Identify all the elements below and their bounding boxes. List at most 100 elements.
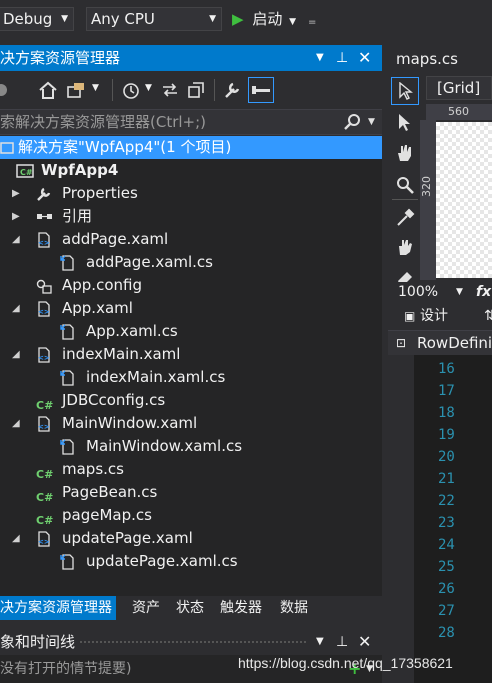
tree-item[interactable]: C# PageBean.cs [0, 481, 382, 504]
csharp-file-icon: C# [36, 468, 54, 481]
timeline-titlebar: 象和时间线 ▼ ⊥ ✕ [0, 629, 382, 655]
close-icon[interactable]: ✕ [358, 45, 371, 71]
brush-transform-icon[interactable] [395, 237, 415, 257]
expand-arrow-icon[interactable]: ▶ [12, 205, 20, 228]
svg-text:<>: <> [38, 538, 50, 546]
wrench-icon[interactable] [222, 80, 242, 100]
tree-item[interactable]: C# JDBCconfig.cs [0, 389, 382, 412]
code-file-icon [60, 554, 76, 570]
preview-toggle-button[interactable] [248, 77, 274, 103]
pin-icon[interactable]: ⊥ [336, 45, 348, 71]
pending-changes-icon[interactable] [120, 80, 142, 100]
tab-assets[interactable]: 资产 [128, 596, 164, 620]
tree-item-label: 解决方案"WpfApp4"(1 个项目) [18, 138, 232, 156]
collapse-all-icon[interactable] [186, 80, 206, 100]
search-icon[interactable] [344, 113, 362, 131]
collapse-arrow-icon[interactable]: ◢ [12, 527, 20, 550]
tree-item-label: App.xaml.cs [86, 322, 178, 340]
tree-item[interactable]: App.config [0, 274, 382, 297]
sync-icon[interactable] [160, 80, 180, 100]
project-icon: C# [16, 163, 34, 179]
svg-text:C#: C# [20, 168, 33, 177]
close-icon[interactable]: ✕ [358, 629, 371, 655]
tree-item-label: 引用 [62, 207, 93, 225]
chevron-down-icon[interactable]: ▼ [456, 282, 463, 302]
tree-item[interactable]: addPage.xaml.cs [0, 251, 382, 274]
panel-menu-icon[interactable]: ▼ [316, 629, 324, 655]
collapse-arrow-icon[interactable]: ◢ [12, 297, 20, 320]
preview-icon [252, 86, 270, 94]
tab-solution-explorer[interactable]: 决方案资源管理器 [0, 596, 116, 620]
line-number: 24 [438, 537, 455, 553]
code-file-icon [60, 324, 76, 340]
tree-item[interactable]: App.xaml.cs [0, 320, 382, 343]
tab-data[interactable]: 数据 [276, 596, 312, 620]
chevron-down-icon[interactable]: ▼ [368, 110, 375, 134]
switch-views-icon[interactable] [66, 81, 88, 99]
zoom-icon[interactable] [395, 175, 415, 195]
tree-item[interactable]: ◢ <> updatePage.xaml [0, 527, 382, 550]
tree-item[interactable]: MainWindow.xaml.cs [0, 435, 382, 458]
ruler-left-label: 320 [420, 176, 433, 197]
tab-states[interactable]: 状态 [172, 596, 208, 620]
line-number: 17 [438, 383, 455, 399]
chevron-down-icon[interactable]: ▼ [145, 83, 152, 93]
line-number: 21 [438, 471, 455, 487]
home-icon[interactable] [38, 81, 58, 99]
tree-item[interactable]: ◢ <> App.xaml [0, 297, 382, 320]
tree-item[interactable]: updatePage.xaml.cs [0, 550, 382, 573]
selection-tool-button[interactable] [391, 77, 419, 105]
tree-item[interactable]: C# maps.cs [0, 458, 382, 481]
chevron-down-icon: ▼ [61, 14, 68, 24]
back-icon[interactable] [0, 82, 10, 98]
tree-item[interactable]: indexMain.xaml.cs [0, 366, 382, 389]
expand-arrow-icon[interactable]: ▶ [12, 182, 20, 205]
tree-item-label: MainWindow.xaml [62, 414, 198, 432]
tree-item[interactable]: 解决方案"WpfApp4"(1 个项目) [0, 136, 382, 159]
formula-icon[interactable]: fx [476, 282, 491, 302]
collapse-arrow-icon[interactable]: ◢ [12, 412, 20, 435]
panel-menu-icon[interactable]: ▼ [316, 45, 324, 71]
wrench-icon [36, 186, 52, 202]
eyedropper-icon[interactable] [395, 207, 415, 227]
pan-hand-icon[interactable] [395, 143, 415, 163]
collapse-arrow-icon[interactable]: ◢ [12, 343, 20, 366]
zoom-dropdown[interactable]: 100% [398, 282, 438, 302]
tree-item[interactable]: ▶ 引用 [0, 205, 382, 228]
breadcrumb-label: RowDefini [417, 334, 492, 352]
search-input[interactable]: 索解决方案资源管理器(Ctrl+;) [0, 110, 206, 134]
code-editor[interactable]: 16 17 18 19 20 21 22 23 24 25 26 27 28 [388, 355, 492, 683]
svg-text:<>: <> [38, 239, 50, 247]
platform-dropdown[interactable]: Any CPU ▼ [86, 7, 222, 31]
start-button[interactable]: ▶ 启动 ▼ [232, 8, 296, 32]
element-icon: ⊡ [396, 336, 407, 350]
toolbar-overflow-icon[interactable]: = [308, 17, 316, 28]
tree-item[interactable]: ◢ <> addPage.xaml [0, 228, 382, 251]
tab-design[interactable]: 设计 [420, 304, 448, 328]
xaml-file-icon: <> [36, 531, 52, 547]
tab-triggers[interactable]: 触发器 [216, 596, 266, 620]
tree-item[interactable]: C# WpfApp4 [0, 159, 382, 182]
configuration-dropdown[interactable]: Debug ▼ [0, 7, 74, 31]
references-icon [36, 209, 52, 225]
pin-icon[interactable]: ⊥ [336, 629, 348, 655]
document-tab-maps[interactable]: maps.cs [396, 50, 458, 68]
element-selector[interactable]: [Grid] [426, 76, 492, 100]
solution-explorer-search[interactable]: 索解决方案资源管理器(Ctrl+;) ▼ [0, 109, 382, 135]
tree-item[interactable]: ◢ <> indexMain.xaml [0, 343, 382, 366]
tree-item[interactable]: C# pageMap.cs [0, 504, 382, 527]
solution-icon [0, 140, 16, 156]
line-number: 26 [438, 581, 455, 597]
tree-item[interactable]: ◢ <> MainWindow.xaml [0, 412, 382, 435]
xaml-breadcrumb[interactable]: ⊡ RowDefini [388, 330, 492, 355]
design-canvas[interactable] [436, 122, 492, 278]
code-file-icon [60, 255, 76, 271]
tree-item-label: App.config [62, 276, 142, 294]
chevron-down-icon[interactable]: ▼ [92, 83, 99, 93]
direct-select-icon[interactable] [395, 113, 415, 133]
collapse-arrow-icon[interactable]: ◢ [12, 228, 20, 251]
ruler-horizontal: 560 [426, 104, 492, 120]
swap-panes-icon[interactable]: ⇅ [484, 304, 492, 328]
tree-item[interactable]: ▶ Properties [0, 182, 382, 205]
csharp-file-icon: C# [36, 399, 54, 412]
